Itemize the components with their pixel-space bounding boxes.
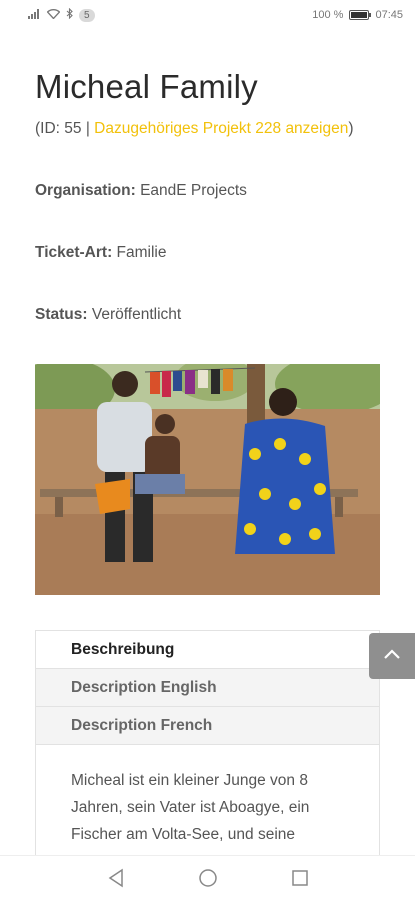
tab-description-english[interactable]: Description English: [36, 669, 379, 707]
nav-recents-icon[interactable]: [289, 867, 311, 889]
description-tabs: Beschreibung Description English Descrip…: [35, 630, 380, 855]
ticket-value: Familie: [116, 244, 167, 261]
page-title: Micheal Family: [35, 68, 258, 105]
status-left: 5: [28, 7, 95, 22]
id-line: (ID: 55 | Dazugehöriges Projekt 228 anze…: [35, 120, 354, 138]
organisation-value: EandE Projects: [140, 182, 247, 199]
project-link[interactable]: Dazugehöriges Projekt 228 anzeigen: [94, 120, 348, 137]
status-label: Status:: [35, 306, 88, 323]
status-field: Status: Veröffentlicht: [35, 306, 181, 324]
nav-home-icon[interactable]: [197, 867, 219, 889]
tab-beschreibung[interactable]: Beschreibung: [36, 631, 379, 669]
id-prefix: (ID: 55 |: [35, 120, 95, 137]
battery-percent: 100 %: [312, 9, 344, 21]
bluetooth-icon: [66, 7, 73, 22]
id-suffix: ): [348, 120, 354, 137]
signal-icon: [28, 8, 41, 22]
page-content: Micheal Family (ID: 55 | Dazugehöriges P…: [0, 30, 415, 855]
tab-content: Micheal ist ein kleiner Junge von 8 Jahr…: [71, 772, 310, 843]
organisation-label: Organisation:: [35, 182, 136, 199]
organisation-field: Organisation: EandE Projects: [35, 182, 247, 200]
status-right: 100 % 07:45: [312, 9, 403, 21]
nav-back-icon[interactable]: [105, 867, 127, 889]
battery-icon: [349, 10, 372, 20]
notification-badge: 5: [79, 8, 95, 22]
status-value: Veröffentlicht: [91, 306, 182, 323]
clock: 07:45: [375, 9, 403, 21]
system-nav-bar: [0, 855, 415, 900]
wifi-icon: [46, 8, 61, 22]
chevron-up-icon: [383, 647, 401, 665]
status-bar: 5 100 % 07:45: [0, 0, 415, 30]
ticket-label: Ticket-Art:: [35, 244, 113, 261]
tab-description-french[interactable]: Description French: [36, 707, 379, 745]
family-photo: [35, 364, 380, 595]
scroll-to-top-button[interactable]: [369, 633, 415, 679]
ticket-field: Ticket-Art: Familie: [35, 244, 167, 262]
